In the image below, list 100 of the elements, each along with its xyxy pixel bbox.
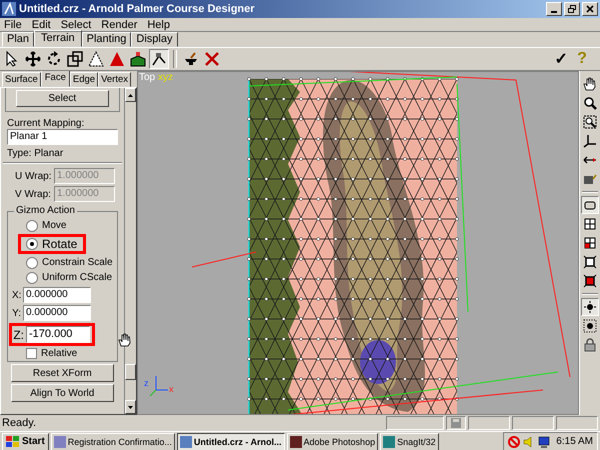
start-button[interactable]: Start [2, 432, 49, 450]
move-icon [25, 51, 41, 67]
peak-icon [109, 51, 125, 67]
app-icon [2, 2, 16, 16]
highlight-box [18, 234, 86, 254]
menu-item[interactable]: Select [60, 18, 92, 30]
status-panel [386, 416, 444, 430]
hill-icon [130, 51, 146, 67]
view-label: Top [139, 72, 156, 83]
move-tool-button[interactable] [23, 49, 43, 69]
apply-button[interactable]: ✓ [551, 49, 571, 69]
radio-label: Move [42, 220, 66, 231]
restore-button[interactable] [564, 2, 580, 16]
coordinate-field[interactable]: 0.000000 [23, 305, 91, 321]
frame-filled-tool-button[interactable] [581, 272, 599, 290]
tab[interactable]: Vertex [98, 72, 131, 87]
coordinate-field[interactable]: -170.000 [26, 326, 90, 343]
frame-filled-icon [583, 274, 597, 288]
monitor-icon [538, 436, 550, 448]
clock: 6:15 AM [556, 436, 593, 447]
solid-tool-button[interactable] [581, 196, 599, 214]
points-icon [583, 300, 597, 314]
radio-button[interactable] [26, 220, 38, 232]
axes-icon [583, 134, 597, 148]
rotate-icon [46, 51, 62, 67]
camera-icon [583, 172, 597, 186]
panel-button[interactable]: Align To World [11, 384, 114, 402]
app-icon [290, 436, 302, 448]
tab[interactable]: Plan [2, 32, 34, 47]
close-icon [586, 5, 594, 13]
radio-button[interactable] [26, 238, 38, 250]
frame-tool-button[interactable] [581, 253, 599, 271]
axis-label: Z: [12, 328, 24, 342]
menu-item[interactable]: File [4, 18, 22, 30]
mapping-field[interactable]: Planar 1 [7, 129, 118, 145]
up-arrow-icon [128, 94, 133, 96]
tab[interactable]: Terrain [34, 30, 82, 47]
points-dots-tool-button[interactable] [581, 317, 599, 335]
field-label: U Wrap: [15, 170, 51, 182]
points-dots-icon [583, 319, 597, 333]
scale-tool-button[interactable] [65, 49, 85, 69]
pointer-icon [4, 51, 20, 67]
scroll-down-button[interactable] [124, 400, 136, 414]
radio-button[interactable] [26, 256, 38, 268]
down-arrow-icon [128, 406, 133, 408]
mesh-icon [88, 51, 104, 67]
axes-tool-button[interactable] [581, 132, 599, 150]
field-label: Current Mapping: [7, 118, 86, 129]
menu-item[interactable]: Edit [32, 18, 51, 30]
radio-label: Uniform CScale [42, 272, 112, 283]
hand-cursor-icon [118, 333, 131, 347]
radio-label: Rotate [42, 237, 78, 251]
radio-button[interactable] [26, 272, 38, 284]
tab[interactable]: Edge [70, 72, 98, 87]
taskbar-button[interactable]: SnagIt/32 [380, 432, 439, 450]
status-panel [468, 416, 510, 430]
frame-icon [583, 255, 597, 269]
select-button[interactable]: Select [16, 90, 109, 107]
minimize-button[interactable] [546, 2, 562, 16]
axis-icon [150, 376, 168, 396]
zoom-box-icon [583, 115, 597, 129]
tab[interactable]: Surface [2, 72, 41, 87]
status-panel [556, 416, 598, 430]
status-panel [512, 416, 554, 430]
menu-item[interactable]: Render [101, 18, 138, 30]
scale-icon [67, 51, 83, 67]
panel-button[interactable]: Reset XForm [11, 364, 114, 382]
axis-letter: x [169, 384, 174, 394]
tab[interactable]: Planting [82, 32, 132, 47]
close-button[interactable] [582, 2, 598, 16]
scroll-thumb[interactable] [124, 364, 136, 380]
radio-label: Constrain Scale [42, 257, 113, 268]
window-title: Untitled.crz - Arnold Palmer Course Designer [19, 3, 255, 15]
checkbox[interactable] [26, 348, 37, 359]
lock-icon [583, 338, 597, 352]
axes-label: xyz [158, 72, 173, 83]
tab[interactable]: Display [131, 32, 178, 47]
status-text: Ready. [2, 417, 38, 429]
tab[interactable]: Face [40, 71, 70, 87]
taskbar-button[interactable]: Adobe Photoshop [286, 432, 378, 450]
axis-letter: z [144, 378, 148, 388]
no-sign-icon [508, 436, 520, 448]
scroll-up-button[interactable] [124, 88, 136, 102]
checkbox-label: Relative [41, 348, 78, 359]
hill-tool-button[interactable] [128, 49, 148, 69]
zoom-box-tool-button[interactable] [581, 113, 599, 131]
menu-item[interactable]: Help [147, 18, 170, 30]
app-icon [383, 436, 396, 448]
axis-label: X: [12, 290, 21, 300]
taskbar-button[interactable]: Untitled.crz - Arnol... [176, 432, 285, 450]
points-tool-button[interactable] [581, 298, 599, 316]
mesh-tool-button[interactable] [86, 49, 106, 69]
hand-icon [583, 77, 597, 91]
zoom-icon [583, 96, 597, 110]
anvil-icon [183, 51, 199, 67]
coordinate-field[interactable]: 0.000000 [23, 287, 91, 303]
taskbar-button[interactable]: Registration Confirmatio... [50, 432, 175, 450]
app-icon [54, 436, 66, 448]
grid-filled-icon [583, 236, 597, 250]
grid-icon [583, 217, 597, 231]
